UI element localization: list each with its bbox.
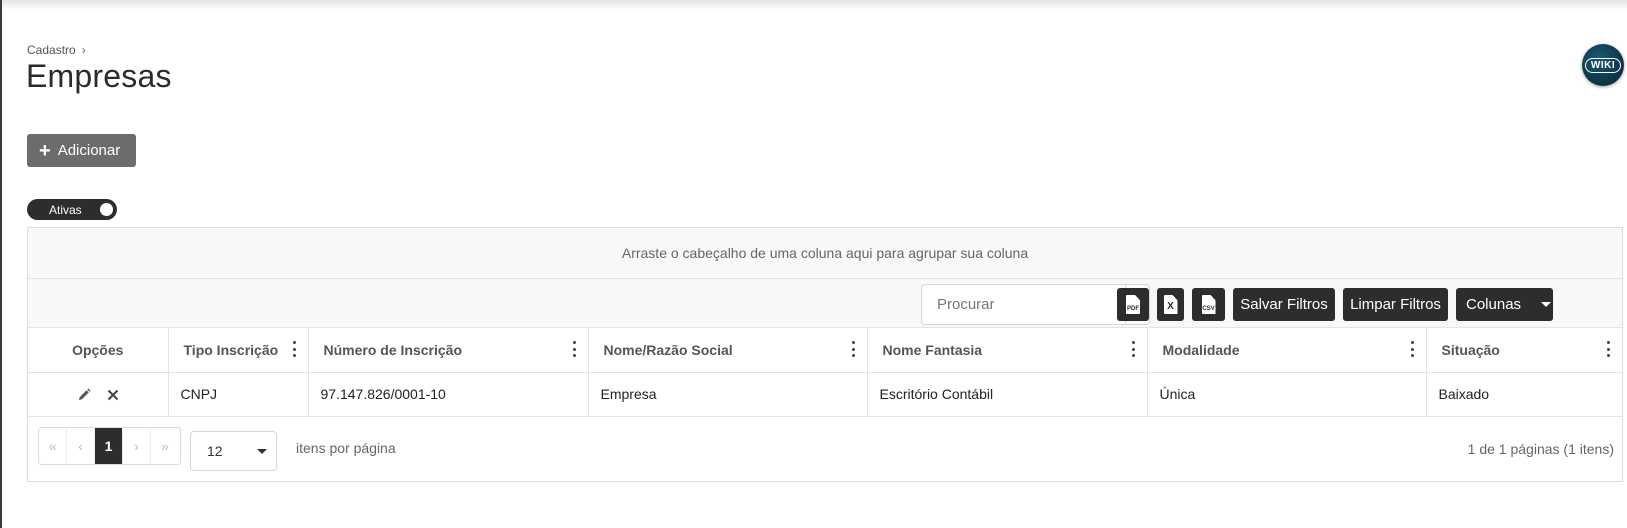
grid-table: Opções Tipo Inscrição Número de Inscriçã… [28, 328, 1622, 417]
left-border [0, 0, 2, 528]
export-excel-button[interactable]: X [1157, 288, 1184, 321]
add-button[interactable]: + Adicionar [27, 134, 136, 167]
csv-file-icon: CSV [1201, 295, 1216, 314]
last-page-button[interactable]: » [151, 428, 179, 464]
wiki-label: WIKI [1584, 57, 1622, 73]
page-info: 1 de 1 páginas (1 itens) [1467, 440, 1614, 457]
wiki-button[interactable]: WIKI [1582, 44, 1624, 86]
plus-icon: + [39, 139, 51, 162]
row-actions [28, 372, 169, 417]
cell-modalidade: Única [1147, 372, 1427, 417]
page-1-button[interactable]: 1 [95, 427, 123, 464]
toggle-knob [100, 203, 113, 216]
top-shadow [0, 0, 1627, 10]
page-size-select[interactable]: 12 [190, 430, 277, 471]
cell-situacao: Baixado [1426, 372, 1622, 417]
kebab-icon[interactable] [1410, 341, 1415, 357]
pdf-file-icon: PDF [1126, 295, 1140, 314]
prev-page-button[interactable]: ‹ [67, 427, 95, 464]
caret-down-icon [257, 448, 267, 454]
col-header-modalidade[interactable]: Modalidade [1147, 328, 1427, 373]
excel-file-icon: X [1163, 295, 1178, 314]
chevron-right-icon: › [81, 43, 86, 57]
col-header-nome-razao-social[interactable]: Nome/Razão Social [588, 328, 868, 373]
page-title: Empresas [26, 58, 172, 94]
toggle-label: Ativas [49, 202, 82, 217]
cell-numero-inscricao: 97.147.826/0001-10 [308, 372, 589, 417]
header-row: Opções Tipo Inscrição Número de Inscriçã… [28, 328, 1622, 373]
kebab-icon[interactable] [851, 341, 856, 357]
columns-label: Colunas [1466, 296, 1522, 313]
breadcrumb-cadastro[interactable]: Cadastro [27, 43, 76, 57]
search-input[interactable] [922, 285, 1125, 324]
save-filters-button[interactable]: Salvar Filtros [1233, 288, 1335, 321]
pager: « ‹ 1 › » 12 itens por página 1 de 1 pág… [28, 417, 1622, 475]
group-hint: Arraste o cabeçalho de uma coluna aqui p… [621, 245, 1029, 261]
add-button-label: Adicionar [57, 142, 121, 159]
col-header-numero-inscricao[interactable]: Número de Inscrição [308, 328, 589, 373]
kebab-icon[interactable] [292, 341, 297, 357]
cell-tipo-inscricao: CNPJ [168, 372, 309, 417]
close-icon[interactable] [107, 389, 119, 401]
col-header-situacao[interactable]: Situação [1426, 328, 1622, 373]
clear-filters-button[interactable]: Limpar Filtros [1343, 288, 1448, 321]
col-header-tipo-inscricao[interactable]: Tipo Inscrição [168, 328, 309, 373]
col-header-nome-fantasia[interactable]: Nome Fantasia [867, 328, 1148, 373]
export-pdf-button[interactable]: PDF [1117, 288, 1149, 321]
export-csv-button[interactable]: CSV [1192, 288, 1225, 321]
grid-toolbar: PDF X CSV Salvar Filtros Limpar Filtros … [28, 279, 1622, 328]
caret-down-icon [1541, 302, 1552, 307]
pagination: « ‹ 1 › » [38, 426, 181, 465]
app-window: Cadastro › Empresas WIKI + Adicionar Ati… [0, 0, 1627, 528]
pencil-icon[interactable] [77, 388, 91, 402]
breadcrumb: Cadastro › [27, 43, 86, 57]
kebab-icon[interactable] [1131, 341, 1136, 357]
page-size-value: 12 [207, 442, 223, 459]
columns-dropdown-button[interactable]: Colunas [1456, 288, 1553, 321]
cell-nome-razao-social: Empresa [588, 372, 868, 417]
active-filter-toggle[interactable]: Ativas [27, 199, 117, 220]
cell-nome-fantasia: Escritório Contábil [867, 372, 1148, 417]
group-panel[interactable]: Arraste o cabeçalho de uma coluna aqui p… [28, 228, 1622, 279]
table-row[interactable]: CNPJ 97.147.826/0001-10 Empresa Escritór… [28, 372, 1622, 417]
data-grid: Arraste o cabeçalho de uma coluna aqui p… [27, 227, 1623, 482]
first-page-button[interactable]: « [39, 427, 67, 464]
kebab-icon[interactable] [1607, 341, 1611, 357]
items-per-page-label: itens por página [296, 439, 396, 456]
search-box [921, 284, 1150, 325]
col-header-opcoes: Opções [28, 328, 169, 373]
next-page-button[interactable]: › [123, 427, 151, 464]
kebab-icon[interactable] [572, 341, 577, 357]
